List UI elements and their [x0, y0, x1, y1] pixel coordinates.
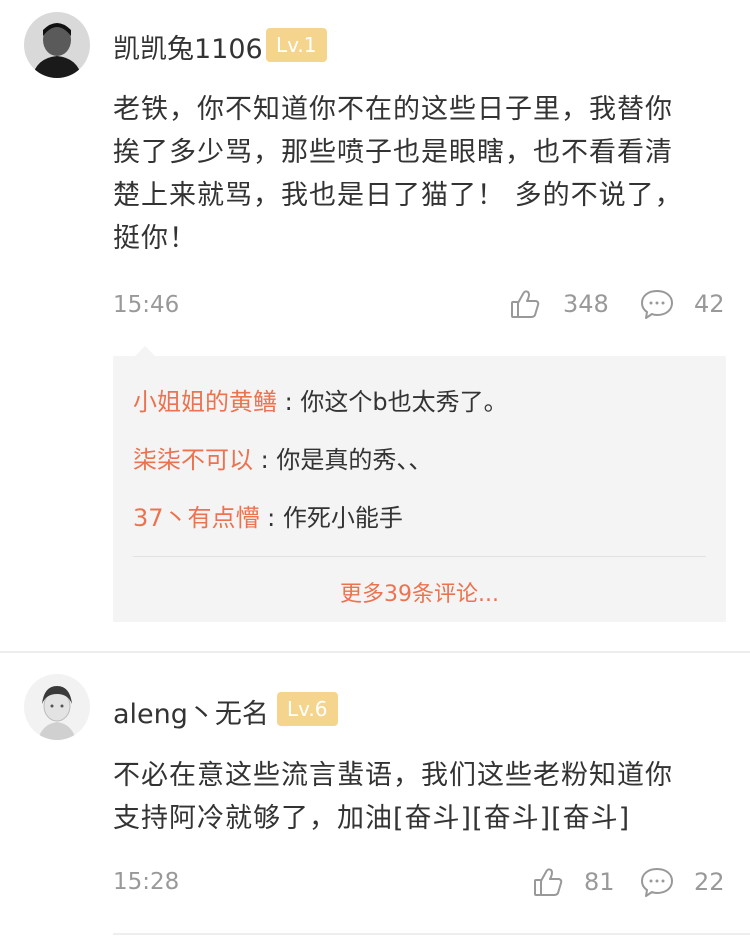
comment-text-line: 支持阿冷就够了，加油[奋斗][奋斗][奋斗] — [113, 803, 631, 834]
more-replies-link[interactable]: 更多39条评论... — [113, 576, 726, 608]
bottom-divider — [113, 933, 750, 935]
comment-button[interactable]: 42 — [640, 288, 725, 320]
comment-divider — [0, 651, 750, 653]
speech-bubble-icon — [640, 866, 674, 898]
reply-item[interactable]: 小姐姐的黄鳝 : 你这个b也太秀了。 — [133, 382, 508, 417]
comment-text: 不必在意这些流言蜚语，我们这些老粉知道你 支持阿冷就够了，加油[奋斗][奋斗][… — [113, 754, 723, 840]
replies-box: 小姐姐的黄鳝 : 你这个b也太秀了。 柒柒不可以 : 你是真的秀、、 37丶有点… — [113, 346, 726, 622]
username[interactable]: 凯凯兔1106 — [113, 27, 263, 66]
comment-text: 老铁，你不知道你不在的这些日子里，我替你 挨了多少骂，那些喷子也是眼瞎，也不看看… — [113, 88, 723, 260]
avatar[interactable] — [24, 674, 90, 740]
comment-count: 22 — [694, 868, 725, 896]
comment-text-line: 楚上来就骂，我也是日了猫了！ 多的不说了， — [113, 180, 683, 211]
reply-separator: : — [253, 446, 277, 474]
like-count: 81 — [584, 868, 615, 896]
reply-item[interactable]: 柒柒不可以 : 你是真的秀、、 — [133, 440, 432, 475]
reply-text: 你这个b也太秀了。 — [300, 388, 508, 416]
like-count: 348 — [563, 290, 609, 318]
comment-text-line: 不必在意这些流言蜚语，我们这些老粉知道你 — [113, 760, 673, 791]
reply-text: 你是真的秀、、 — [276, 446, 433, 474]
like-button[interactable]: 81 — [532, 866, 615, 898]
level-badge: Lv.6 — [277, 692, 338, 726]
comment-text-line: 老铁，你不知道你不在的这些日子里，我替你 — [113, 94, 673, 125]
reply-text: 作死小能手 — [282, 504, 403, 532]
thumbs-up-icon — [532, 866, 564, 898]
timestamp: 15:46 — [113, 292, 180, 318]
reply-author[interactable]: 37丶有点懵 — [133, 504, 260, 532]
replies-divider — [133, 556, 706, 557]
level-badge: Lv.1 — [266, 28, 327, 62]
comment-text-line: 挺你！ — [113, 223, 197, 254]
reply-separator: : — [259, 504, 283, 532]
reply-author[interactable]: 柒柒不可以 — [133, 446, 253, 474]
thumbs-up-icon — [509, 288, 541, 320]
replies-arrow — [135, 346, 155, 356]
comment-text-line: 挨了多少骂，那些喷子也是眼瞎，也不看看清 — [113, 137, 673, 168]
reply-author[interactable]: 小姐姐的黄鳝 — [133, 388, 277, 416]
comment-item: 凯凯兔1106 Lv.1 老铁，你不知道你不在的这些日子里，我替你 挨了多少骂，… — [0, 0, 750, 650]
reply-item[interactable]: 37丶有点懵 : 作死小能手 — [133, 498, 403, 533]
comment-button[interactable]: 22 — [640, 866, 725, 898]
like-button[interactable]: 348 — [509, 288, 609, 320]
username[interactable]: aleng丶无名 — [113, 692, 269, 731]
comment-count: 42 — [694, 290, 725, 318]
timestamp: 15:28 — [113, 869, 180, 895]
avatar[interactable] — [24, 12, 90, 78]
reply-separator: : — [277, 388, 301, 416]
comment-item: aleng丶无名 Lv.6 不必在意这些流言蜚语，我们这些老粉知道你 支持阿冷就… — [0, 654, 750, 936]
speech-bubble-icon — [640, 288, 674, 320]
